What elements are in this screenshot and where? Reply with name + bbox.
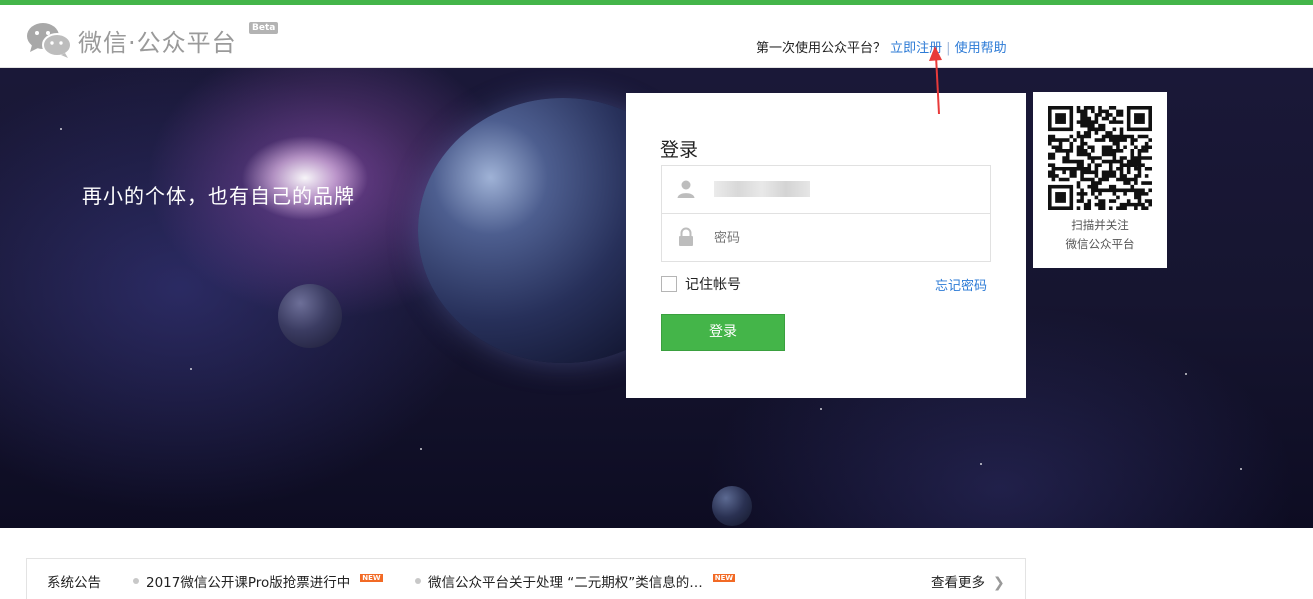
beta-badge: Beta	[249, 22, 279, 34]
qr-panel: 扫描并关注 微信公众平台	[1033, 92, 1167, 268]
login-title: 登录	[660, 139, 699, 161]
logo-title[interactable]: 微信·公众平台	[78, 23, 237, 58]
user-icon	[677, 180, 695, 198]
header: 微信·公众平台 Beta 第一次使用公众平台？ 立即注册 | 使用帮助	[0, 5, 1313, 68]
view-more-link[interactable]: 查看更多 ❯	[931, 571, 1005, 591]
notice-item[interactable]: 2017微信公开课Pro版抢票进行中 NEW	[133, 571, 383, 591]
lock-icon	[679, 227, 693, 246]
help-link[interactable]: 使用帮助	[955, 41, 1007, 56]
wechat-logo-icon[interactable]	[26, 21, 72, 59]
red-arrow-annotation	[929, 46, 942, 115]
remember-account[interactable]: 记住帐号	[661, 274, 741, 294]
password-field[interactable]	[661, 213, 991, 262]
username-input[interactable]	[714, 180, 974, 200]
password-input[interactable]	[714, 228, 974, 248]
small-planet-illustration	[278, 284, 342, 348]
notice-title: 系统公告	[47, 575, 101, 591]
banner-tagline: 再小的个体，也有自己的品牌	[82, 184, 355, 208]
login-panel: 登录 记住帐号 忘记密码 登录	[626, 93, 1026, 398]
tiny-planet-illustration	[712, 486, 752, 526]
forgot-password-link[interactable]: 忘记密码	[935, 275, 987, 294]
remember-label[interactable]: 记住帐号	[685, 274, 741, 294]
login-button[interactable]: 登录	[661, 314, 785, 351]
username-field[interactable]	[661, 165, 991, 214]
header-links: 第一次使用公众平台？ 立即注册 | 使用帮助	[756, 37, 1007, 56]
bullet-dot	[415, 578, 421, 584]
new-badge: NEW	[360, 574, 383, 582]
new-badge: NEW	[712, 574, 736, 582]
remember-checkbox[interactable]	[661, 276, 677, 292]
qr-caption-line2: 微信公众平台	[1065, 237, 1135, 251]
qr-caption-line1: 扫描并关注	[1071, 218, 1129, 232]
system-notice-bar: 系统公告 2017微信公开课Pro版抢票进行中 NEW 微信公众平台关于处理 “二…	[26, 558, 1026, 599]
bullet-dot	[133, 578, 139, 584]
first-time-prompt: 第一次使用公众平台？	[756, 41, 887, 56]
qr-code-icon	[1048, 106, 1152, 210]
notice-item[interactable]: 微信公众平台关于处理 “二元期权”类信息的… NEW	[415, 571, 736, 591]
